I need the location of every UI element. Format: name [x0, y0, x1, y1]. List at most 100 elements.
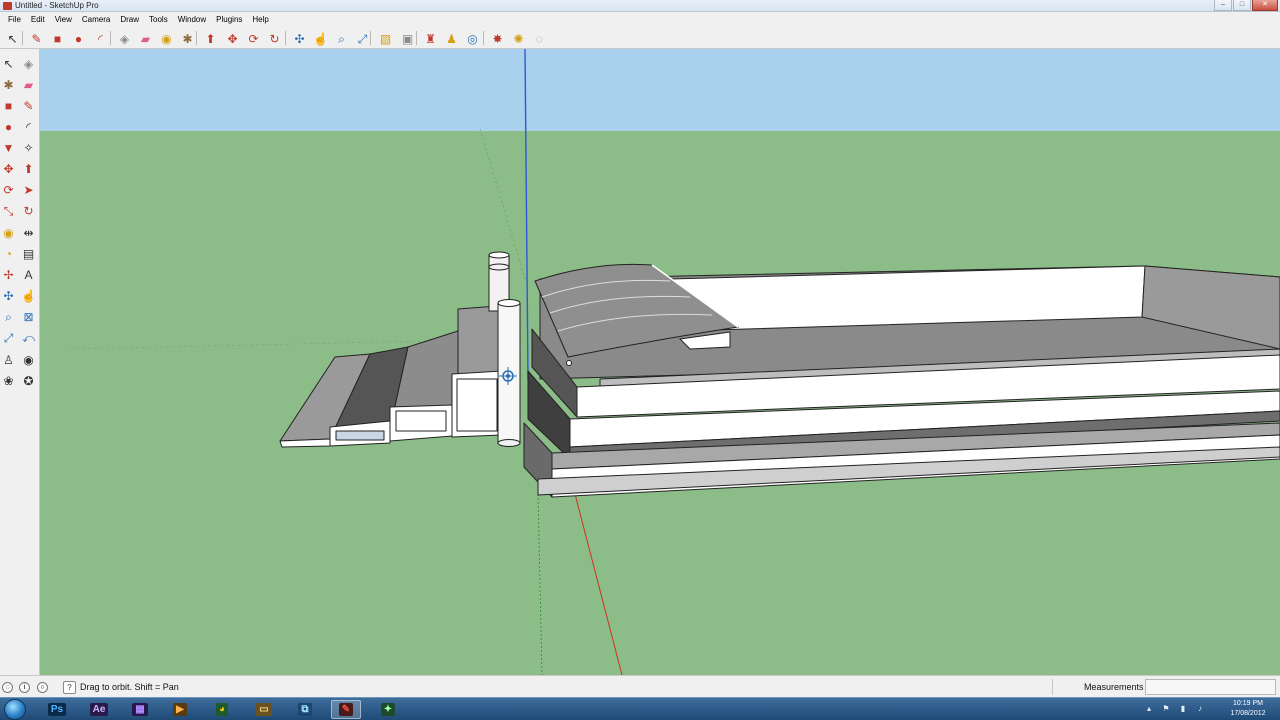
ruby-icon[interactable]: ✺: [510, 30, 527, 47]
step-face-1: [279, 438, 331, 448]
rotate-icon[interactable]: ⟳: [0, 181, 17, 198]
volume-icon[interactable]: ♪: [1195, 704, 1205, 714]
scale-icon[interactable]: ⤡: [0, 202, 17, 219]
model-scene: [40, 49, 1280, 675]
pan-icon[interactable]: ☝: [312, 30, 329, 47]
offset-icon[interactable]: ↻: [20, 202, 37, 219]
menu-plugins[interactable]: Plugins: [211, 15, 247, 24]
dimension-icon[interactable]: ⇹: [20, 224, 37, 241]
position-camera-icon[interactable]: ▣: [399, 30, 416, 47]
zoom-extents-icon[interactable]: ⤢: [0, 329, 17, 346]
orbit-icon[interactable]: ✣: [0, 287, 17, 304]
maximize-button[interactable]: □: [1233, 0, 1251, 11]
components-icon[interactable]: ◎: [464, 30, 481, 47]
network-icon[interactable]: ⧉: [290, 700, 320, 719]
user-icon[interactable]: ○: [37, 682, 48, 693]
eraser-icon[interactable]: ▰: [20, 76, 37, 93]
make-component-icon[interactable]: ◈: [116, 30, 133, 47]
media-player-icon[interactable]: ▶: [165, 700, 195, 719]
orbit-icon[interactable]: ✣: [291, 30, 308, 47]
menu-view[interactable]: View: [50, 15, 77, 24]
polygon-icon[interactable]: ▼: [0, 139, 17, 156]
network-icon[interactable]: ▮: [1178, 704, 1188, 714]
media-player-icon-glyph: ▶: [173, 703, 187, 716]
arc-icon[interactable]: ◜: [92, 30, 109, 47]
menu-edit[interactable]: Edit: [26, 15, 50, 24]
push-pull-icon[interactable]: ⬆: [202, 30, 219, 47]
pencil-icon[interactable]: ✎: [28, 30, 45, 47]
freehand-icon[interactable]: ✧: [20, 139, 37, 156]
sky: [40, 49, 1280, 131]
rectangle-icon[interactable]: ■: [0, 97, 17, 114]
status-bar: ◌ i ○ ? Drag to orbit. Shift = Pan Measu…: [0, 675, 1280, 697]
photoshop-icon[interactable]: Ps: [42, 700, 72, 719]
rectangle-icon[interactable]: ■: [49, 30, 66, 47]
text-icon[interactable]: ▤: [20, 245, 37, 262]
clock[interactable]: 10:19 PM 17/08/2012: [1218, 699, 1278, 719]
action-center-icon[interactable]: ⚑: [1161, 704, 1171, 714]
measurements-label: Measurements: [1084, 682, 1144, 692]
instructor-help-icon[interactable]: ?: [63, 681, 76, 694]
previous-view-icon[interactable]: ▧: [377, 30, 394, 47]
menu-file[interactable]: File: [3, 15, 26, 24]
select-icon[interactable]: ↖: [0, 55, 17, 72]
tape-measure-icon[interactable]: ◉: [0, 224, 17, 241]
arc-icon[interactable]: ◜: [20, 118, 37, 135]
look-around-icon[interactable]: ◉: [20, 351, 37, 368]
zoom-icon[interactable]: ⌕: [333, 30, 350, 47]
3d-text-icon[interactable]: A: [20, 266, 37, 283]
protractor-icon[interactable]: ◔: [0, 245, 17, 262]
select-icon[interactable]: ↖: [4, 30, 21, 47]
layout-icon[interactable]: ◌: [531, 30, 548, 47]
move-icon[interactable]: ✥: [224, 30, 241, 47]
follow-me-icon[interactable]: ➤: [20, 181, 37, 198]
section-plane-icon[interactable]: ✪: [20, 372, 37, 389]
toolbar-separator: [370, 31, 371, 45]
walk-icon[interactable]: ❀: [0, 372, 17, 389]
start-button[interactable]: [4, 699, 26, 720]
extension-warehouse-icon[interactable]: ✸: [489, 30, 506, 47]
pan-icon[interactable]: ☝: [20, 287, 37, 304]
explorer-icon[interactable]: ▭: [249, 700, 279, 719]
share-model-icon[interactable]: ♟: [443, 30, 460, 47]
drawing-viewport[interactable]: [40, 49, 1280, 675]
credits-icon[interactable]: i: [19, 682, 30, 693]
menu-window[interactable]: Window: [173, 15, 211, 24]
app-icon[interactable]: ✦: [373, 700, 403, 719]
zoom-icon[interactable]: ⌕: [0, 308, 17, 325]
previous-icon[interactable]: ⤺: [20, 329, 37, 346]
after-effects-icon[interactable]: Ae: [84, 700, 114, 719]
close-button[interactable]: ✕: [1252, 0, 1278, 11]
minimize-button[interactable]: –: [1214, 0, 1232, 11]
eraser-icon[interactable]: ▰: [137, 30, 154, 47]
zoom-window-icon[interactable]: ⊠: [20, 308, 37, 325]
clock-date: 17/08/2012: [1230, 710, 1266, 717]
menu-camera[interactable]: Camera: [77, 15, 115, 24]
menu-tools[interactable]: Tools: [144, 15, 173, 24]
toolbar-separator: [110, 31, 111, 45]
circle-icon[interactable]: ●: [0, 118, 17, 135]
offset-icon[interactable]: ↻: [266, 30, 283, 47]
line-icon[interactable]: ✎: [20, 97, 37, 114]
circle-icon[interactable]: ●: [70, 30, 87, 47]
measurements-input[interactable]: [1145, 679, 1276, 695]
position-camera-icon[interactable]: ♙: [0, 351, 17, 368]
chrome-icon[interactable]: ◕: [207, 700, 237, 719]
axes-icon[interactable]: ✢: [0, 266, 17, 283]
paint-bucket-icon[interactable]: ✱: [179, 30, 196, 47]
zoom-extents-icon[interactable]: ⤢: [354, 30, 371, 47]
menu-draw[interactable]: Draw: [115, 15, 144, 24]
show-hidden-icons-icon[interactable]: ▴: [1144, 704, 1154, 714]
sketchup-icon[interactable]: ✎: [331, 700, 361, 719]
get-models-icon[interactable]: ♜: [422, 30, 439, 47]
paint-bucket-icon[interactable]: ✱: [0, 76, 17, 93]
tape-measure-icon[interactable]: ◉: [158, 30, 175, 47]
geo-location-icon[interactable]: ◌: [2, 682, 13, 693]
move-icon[interactable]: ✥: [0, 160, 17, 177]
rotate-icon[interactable]: ⟳: [245, 30, 262, 47]
make-component-icon[interactable]: ◈: [20, 55, 37, 72]
media-encoder-icon[interactable]: ▦: [125, 700, 155, 719]
push-pull-icon[interactable]: ⬆: [20, 160, 37, 177]
menu-help[interactable]: Help: [247, 15, 273, 24]
chrome-icon-glyph: ◕: [215, 703, 229, 716]
